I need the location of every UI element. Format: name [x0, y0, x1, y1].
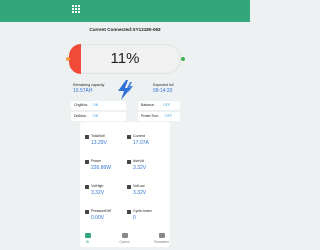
cycle-index-icon — [127, 210, 131, 214]
remaining-capacity-value: 10.57AH — [73, 88, 93, 94]
dismos-status: DisMos: ON — [71, 112, 126, 121]
expected-full-value: 09:14:20 — [153, 88, 173, 94]
metric-current: Current 17.07A — [127, 134, 167, 150]
metric-cycle-index: Cycle-Index 0 — [127, 209, 167, 225]
vol-low-icon — [127, 185, 131, 189]
total-volt-icon — [85, 135, 89, 139]
tab-control[interactable]: Control — [106, 229, 143, 250]
right-indicator-dot — [181, 57, 185, 61]
tab-bt[interactable]: Bt — [69, 229, 106, 250]
ave-vol-icon — [127, 160, 131, 164]
metric-vol-low: VolLow 3.32V — [127, 184, 167, 200]
header-bar — [0, 0, 250, 22]
control-icon — [121, 233, 128, 238]
vol-high-icon — [85, 185, 89, 189]
metric-pressure-diff: PressureDiff 0.00V — [85, 209, 125, 225]
remaining-capacity-label: Remaining capacity — [73, 83, 105, 87]
metric-vol-high: VolHigh 3.32V — [85, 184, 125, 200]
balance-status: Balance: OFF — [138, 101, 180, 110]
protection-status: ProtecTion: OFF — [138, 112, 180, 121]
power-icon — [85, 160, 89, 164]
tab-parameter[interactable]: Parameter — [143, 229, 180, 250]
current-icon — [127, 135, 131, 139]
connection-status: Current Connected:SY12180-093 — [89, 27, 161, 32]
home-icon — [84, 233, 91, 238]
expected-full-label: Expected full — [153, 83, 174, 87]
metric-total-volt: TotalVolt 13.29V — [85, 134, 125, 150]
metric-ave-vol: AveVol 3.32V — [127, 159, 167, 175]
chgmos-status: ChgMos: ON — [71, 101, 126, 110]
grid-menu-icon[interactable] — [72, 5, 81, 14]
bottom-nav: Bt Control Parameter — [69, 229, 181, 250]
charging-bolt-icon — [118, 80, 133, 100]
pressure-diff-icon — [85, 210, 89, 214]
parameter-icon — [158, 233, 165, 238]
battery-percent: 11% — [110, 50, 140, 67]
left-indicator-dot — [66, 57, 70, 61]
metric-power: Power 226.86W — [85, 159, 125, 175]
